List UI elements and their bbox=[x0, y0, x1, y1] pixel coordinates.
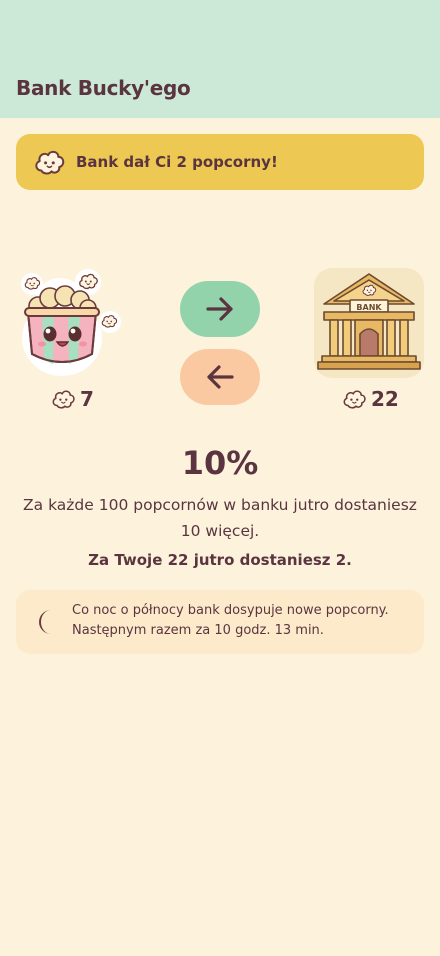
app-header: Bank Bucky'ego bbox=[0, 0, 440, 118]
bank-building-icon: BANK bbox=[317, 273, 421, 370]
user-popcorn-bucket-mascot bbox=[21, 269, 121, 376]
popcorn-icon bbox=[341, 386, 367, 412]
info-line-2: Następnym razem za 10 godz. 13 min. bbox=[72, 623, 324, 638]
popcorn-icon bbox=[32, 145, 66, 179]
popcorn-icon bbox=[50, 386, 76, 412]
deposit-button[interactable] bbox=[180, 281, 260, 337]
bank-balance: 22 bbox=[341, 386, 399, 412]
interest-description: Za każde 100 popcornów w banku jutro dos… bbox=[23, 496, 417, 540]
page-title: Bank Bucky'ego bbox=[16, 76, 191, 100]
withdraw-button[interactable] bbox=[180, 349, 260, 405]
reward-banner-text: Bank dał Ci 2 popcorny! bbox=[76, 153, 278, 171]
bank-building-tile: BANK bbox=[314, 268, 424, 378]
user-balance: 7 bbox=[50, 386, 94, 412]
user-balance-value: 7 bbox=[80, 387, 94, 411]
reward-banner: Bank dał Ci 2 popcorny! bbox=[16, 134, 424, 190]
moon-icon bbox=[39, 610, 51, 634]
tomorrow-payout: Za Twoje 22 jutro dostaniesz 2. bbox=[88, 551, 352, 569]
midnight-info-card: Co noc o północy bank dosypuje nowe popc… bbox=[16, 590, 424, 654]
arrow-right-icon bbox=[206, 297, 233, 321]
info-line-1: Co noc o północy bank dosypuje nowe popc… bbox=[72, 603, 389, 618]
bank-balance-value: 22 bbox=[371, 387, 399, 411]
svg-text:BANK: BANK bbox=[356, 303, 382, 312]
interest-rate: 10% bbox=[181, 444, 259, 482]
arrow-left-icon bbox=[207, 365, 234, 389]
